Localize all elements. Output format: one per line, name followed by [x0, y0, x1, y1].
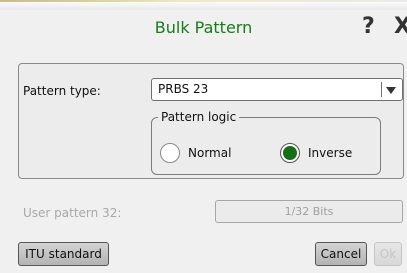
- cancel-button[interactable]: Cancel: [315, 242, 367, 266]
- dialog-top-edge: [0, 0, 407, 10]
- radio-inverse[interactable]: [280, 143, 300, 163]
- radio-inverse-label[interactable]: Inverse: [308, 146, 352, 160]
- radio-selected-dot: [283, 146, 297, 160]
- close-icon[interactable]: X: [394, 14, 407, 39]
- itu-standard-button[interactable]: ITU standard: [18, 242, 109, 266]
- bulk-pattern-dialog: Bulk Pattern ? X Pattern type: PRBS 23 P…: [0, 0, 407, 273]
- help-icon[interactable]: ?: [362, 14, 375, 39]
- dropdown-separator: [381, 82, 382, 97]
- pattern-type-value: PRBS 23: [158, 82, 209, 96]
- ok-button[interactable]: Ok: [374, 242, 402, 266]
- pattern-logic-legend: Pattern logic: [158, 110, 240, 124]
- radio-normal-label[interactable]: Normal: [188, 146, 231, 160]
- chevron-down-icon[interactable]: [386, 87, 396, 94]
- top-accent-bar: [0, 0, 407, 2]
- pattern-type-label: Pattern type:: [23, 84, 101, 98]
- user-pattern-field[interactable]: 1/32 Bits: [215, 200, 403, 223]
- user-pattern-label: User pattern 32:: [23, 206, 122, 220]
- pattern-type-dropdown[interactable]: PRBS 23: [151, 78, 403, 101]
- dialog-title: Bulk Pattern: [154, 18, 253, 37]
- radio-normal[interactable]: [160, 143, 180, 163]
